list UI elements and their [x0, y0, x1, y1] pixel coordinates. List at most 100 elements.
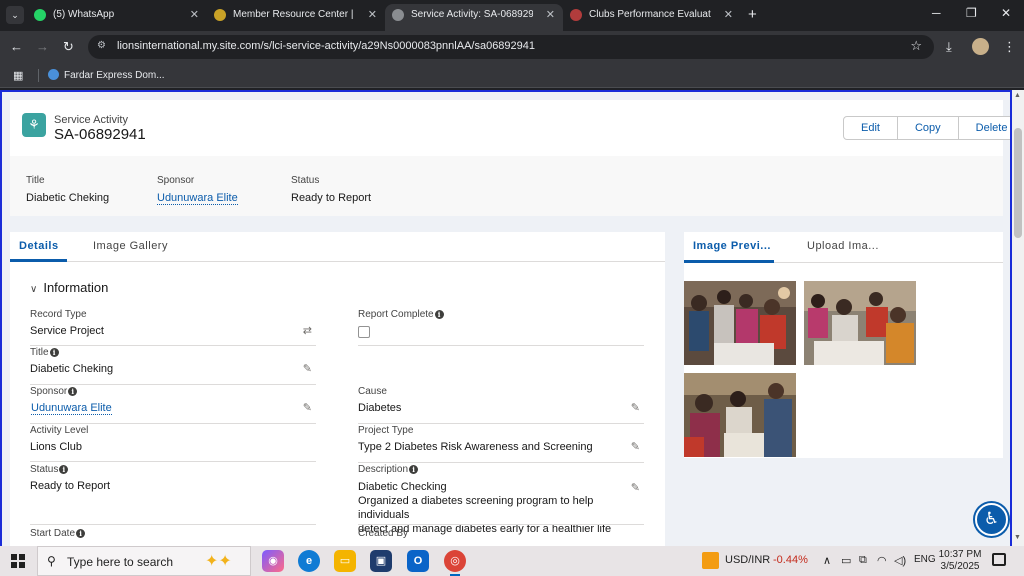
field-divider — [30, 345, 316, 346]
close-tab-icon[interactable]: ✕ — [190, 4, 199, 26]
scrollbar-thumb[interactable] — [1014, 128, 1022, 238]
forward-arrow-icon[interactable]: → — [36, 39, 49, 54]
tab-upload-image[interactable]: Upload Ima... — [807, 240, 879, 252]
edge-icon[interactable]: e — [298, 550, 320, 572]
lions-icon — [214, 9, 226, 21]
clock-time: 10:37 PM — [938, 549, 982, 560]
scroll-up-arrow-icon[interactable]: ▲ — [1014, 92, 1021, 99]
activity-photo-3[interactable] — [684, 373, 796, 457]
sponsor-field-link[interactable]: Udunuwara Elite — [31, 402, 112, 415]
field-value: Type 2 Diabetes Risk Awareness and Scree… — [358, 441, 593, 453]
ticker-change[interactable]: -0.44% — [773, 554, 808, 566]
activity-photo-2[interactable] — [804, 281, 916, 365]
record-actions: Edit Copy Delete — [843, 116, 1010, 140]
minimize-icon[interactable]: ─ — [932, 6, 941, 20]
language-indicator[interactable]: ENG — [914, 554, 936, 565]
microsoft-store-icon[interactable]: ▣ — [370, 550, 392, 572]
display-icon[interactable]: ⧉ — [859, 554, 867, 567]
field-divider — [358, 524, 644, 525]
lions-icon — [570, 9, 582, 21]
address-bar[interactable]: ⚙ lionsinternational.my.site.com/s/lci-s… — [88, 35, 934, 59]
file-explorer-icon[interactable]: ▭ — [334, 550, 356, 572]
bookmark-fardar-express[interactable]: Fardar Express Dom... — [48, 69, 165, 81]
active-tab-indicator — [10, 259, 67, 262]
photo-screening-crowd — [684, 281, 796, 365]
apps-grid-icon[interactable]: ▦ — [13, 69, 23, 82]
accessibility-icon[interactable]: ♿ — [975, 503, 1008, 536]
record-header: ⚘ Service Activity SA-06892941 Edit Copy… — [10, 100, 1010, 216]
stock-ticker-icon[interactable] — [702, 552, 719, 569]
info-icon[interactable]: i — [59, 465, 69, 474]
field-status: Status i Ready to Report — [30, 464, 316, 526]
delete-button[interactable]: Delete — [957, 117, 1010, 139]
tab-image-preview[interactable]: Image Previ... — [693, 240, 771, 252]
browser-tab-strip: ⌄ (5) WhatsApp ✕ Member Resource Center … — [0, 0, 1024, 31]
outlook-icon[interactable]: O — [407, 550, 429, 572]
close-tab-icon[interactable]: ✕ — [368, 4, 377, 26]
pencil-icon[interactable]: ✎ — [631, 440, 640, 453]
sponsor-link[interactable]: Udunuwara Elite — [157, 192, 238, 205]
browser-tab-clubs-performance[interactable]: Clubs Performance Evaluation S ✕ — [563, 4, 741, 31]
taskbar-clock[interactable]: 10:37 PM 3/5/2025 — [937, 549, 983, 573]
taskbar-search-box[interactable]: ⚲ Type here to search ✦✦ — [37, 546, 251, 576]
pencil-icon[interactable]: ✎ — [631, 481, 640, 494]
info-icon[interactable]: i — [49, 348, 59, 357]
new-tab-button[interactable]: + — [748, 6, 757, 23]
close-window-icon[interactable]: ✕ — [1001, 6, 1011, 20]
bookmark-divider — [38, 69, 39, 82]
info-icon[interactable]: i — [409, 465, 419, 474]
browser-tab-service-activity[interactable]: Service Activity: SA-06892941 ✕ — [385, 4, 563, 31]
field-value: Diabetic Cheking — [30, 363, 114, 375]
change-record-type-icon[interactable]: ⇄ — [303, 324, 312, 337]
info-icon[interactable]: i — [68, 387, 78, 396]
chrome-icon[interactable]: ◎ — [444, 550, 466, 576]
close-tab-icon[interactable]: ✕ — [546, 4, 555, 26]
info-icon[interactable]: i — [76, 529, 86, 538]
field-description: Description i Diabetic Checking Organized… — [358, 464, 644, 535]
tab-image-gallery[interactable]: Image Gallery — [93, 240, 168, 252]
site-info-icon[interactable]: ⚙ — [97, 40, 106, 51]
clock-date: 3/5/2025 — [940, 561, 980, 572]
windows-start-icon[interactable] — [11, 554, 25, 568]
information-section-toggle[interactable]: ∨ Information — [30, 280, 108, 295]
copilot-icon[interactable]: ◉ — [262, 550, 284, 572]
volume-icon[interactable]: ◁) — [894, 554, 906, 567]
scroll-down-arrow-icon[interactable]: ▼ — [1014, 534, 1021, 541]
back-arrow-icon[interactable]: ← — [10, 39, 23, 54]
tab-title: Clubs Performance Evaluation S — [589, 9, 711, 20]
field-activity-level: Activity Level Lions Club — [30, 425, 316, 463]
battery-icon[interactable]: ▭ — [841, 554, 851, 567]
report-complete-checkbox[interactable] — [358, 326, 370, 338]
download-icon[interactable]: ⤓ — [946, 39, 952, 55]
restore-icon[interactable]: ❐ — [966, 6, 977, 20]
wifi-icon[interactable]: ◠ — [877, 554, 887, 567]
tab-details[interactable]: Details — [19, 240, 59, 252]
browser-tab-member-resource[interactable]: Member Resource Center | Lions ✕ — [207, 4, 385, 31]
profile-avatar[interactable] — [972, 38, 989, 55]
ticker-label[interactable]: USD/INR — [725, 554, 770, 566]
close-tab-icon[interactable]: ✕ — [724, 4, 733, 26]
info-icon[interactable]: i — [434, 310, 444, 319]
pencil-icon[interactable]: ✎ — [303, 362, 312, 375]
copy-button[interactable]: Copy — [896, 117, 958, 139]
notification-icon[interactable] — [992, 553, 1006, 566]
active-tab-indicator — [684, 260, 774, 263]
browser-toolbar: ← → ↻ ⚙ lionsinternational.my.site.com/s… — [0, 31, 1024, 63]
bookmark-star-icon[interactable]: ☆ — [910, 38, 922, 54]
browser-menu-icon[interactable]: ⋮ — [1003, 39, 1016, 55]
field-divider — [358, 462, 644, 463]
reload-icon[interactable]: ↻ — [63, 39, 74, 55]
browser-tab-whatsapp[interactable]: (5) WhatsApp ✕ — [27, 4, 207, 31]
activity-photo-1[interactable] — [684, 281, 796, 365]
pencil-icon[interactable]: ✎ — [631, 401, 640, 414]
tab-search-button[interactable]: ⌄ — [6, 6, 24, 24]
edit-button[interactable]: Edit — [844, 117, 897, 139]
pencil-icon[interactable]: ✎ — [303, 401, 312, 414]
page-scrollbar[interactable]: ▲ ▼ — [1012, 90, 1024, 546]
field-value: Diabetes — [358, 402, 402, 414]
record-name: SA-06892941 — [54, 126, 146, 143]
field-divider — [30, 461, 316, 462]
show-hidden-icons-icon[interactable]: ∧ — [823, 554, 831, 567]
url-text[interactable]: lionsinternational.my.site.com/s/lci-ser… — [117, 40, 535, 52]
field-created-by: Created By — [358, 528, 644, 546]
